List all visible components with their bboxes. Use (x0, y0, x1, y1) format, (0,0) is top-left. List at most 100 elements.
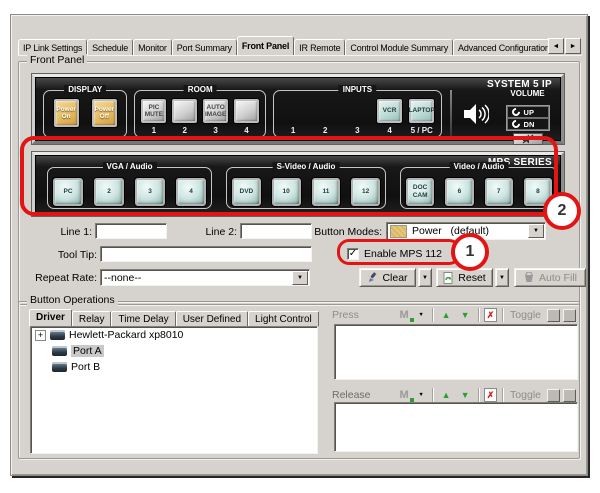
auto-fill-label: Auto Fill (539, 272, 577, 284)
expand-plus-icon[interactable]: + (35, 330, 46, 341)
delete-button[interactable]: ✗ (484, 388, 497, 402)
callout-2: 2 (543, 192, 581, 230)
clear-icon (367, 272, 378, 283)
reset-button[interactable]: Reset (436, 268, 493, 287)
room-key-2[interactable] (171, 98, 198, 124)
tab-schedule[interactable]: Schedule (87, 39, 133, 55)
video-key-doccam[interactable]: DOC CAM (405, 177, 435, 207)
video-audio-label: Video / Audio (450, 162, 509, 171)
macro-dropdown-button[interactable]: ▼ (415, 388, 427, 402)
auto-fill-icon (523, 272, 535, 283)
move-up-button[interactable]: ▲ (438, 308, 454, 323)
tab-driver[interactable]: Driver (29, 309, 72, 326)
video-key-7[interactable]: 7 (484, 177, 514, 207)
room-num-3: 3 (213, 126, 217, 135)
tab-light-control[interactable]: Light Control (248, 311, 319, 326)
chevron-down-icon: ▼ (422, 275, 428, 281)
tab-relay[interactable]: Relay (72, 311, 112, 326)
tab-front-panel[interactable]: Front Panel (237, 36, 294, 55)
room-num-1: 1 (152, 126, 156, 135)
volume-up-label: UP (524, 108, 534, 117)
tree-item-port-a[interactable]: Port A (31, 343, 317, 359)
volume-mute-button[interactable] (513, 133, 543, 145)
macro-icon[interactable]: M (396, 388, 412, 403)
svideo-key-10[interactable]: 10 (271, 177, 302, 207)
tab-time-delay[interactable]: Time Delay (111, 311, 175, 326)
power-on-key[interactable]: Power On (53, 98, 80, 128)
volume-section-label: VOLUME (510, 89, 544, 98)
volume-up-icon (510, 106, 521, 117)
release-list[interactable] (334, 402, 578, 452)
svideo-key-12[interactable]: 12 (350, 177, 381, 207)
room-key-1[interactable]: PIC MUTE (140, 98, 167, 124)
inputs-section: INPUTS 1 2 3 VCR4 LAPTOP5 / PC (273, 90, 442, 138)
button-modes-dropdown-button[interactable]: ▼ (528, 224, 544, 238)
tab-scroll-right-button[interactable]: ► (565, 38, 581, 54)
clear-dropdown-button[interactable]: ▼ (418, 268, 432, 287)
macro-icon[interactable]: M (396, 308, 412, 323)
vga-key-3[interactable]: 3 (134, 177, 166, 207)
scroll-left-icon: ◄ (553, 43, 560, 50)
enable-mps-checkbox[interactable]: ✓ (347, 248, 359, 260)
tab-port-summary[interactable]: Port Summary (172, 39, 237, 55)
volume-down-label: DN (524, 120, 535, 129)
enable-mps-row: ✓ Enable MPS 112 (347, 248, 442, 260)
volume-down-icon (510, 118, 521, 129)
press-label: Press (332, 309, 384, 321)
tab-control-module-summary[interactable]: Control Module Summary (345, 39, 453, 55)
move-down-button[interactable]: ▼ (457, 388, 473, 403)
line2-label: Line 2: (182, 226, 237, 238)
tab-ip-link-settings[interactable]: IP Link Settings (18, 39, 87, 55)
power-off-key[interactable]: Power Off (91, 98, 118, 128)
tab-user-defined[interactable]: User Defined (176, 311, 248, 326)
room-key-4[interactable] (233, 98, 260, 124)
vcr-key[interactable]: VCR (376, 98, 403, 124)
input-num-4: 4 (387, 126, 391, 135)
volume-up-button[interactable]: UP (507, 106, 549, 118)
operation-tab-strip: Driver Relay Time Delay User Defined Lig… (29, 308, 319, 326)
release-toggle-swatch-2[interactable] (563, 389, 576, 402)
release-toggle-swatch-1[interactable] (547, 389, 560, 402)
tab-advanced-configuration[interactable]: Advanced Configuration (453, 39, 549, 55)
driver-tree[interactable]: + Hewlett-Packard xp8010 Port A Port B (30, 326, 318, 454)
device-icon (52, 362, 67, 372)
auto-fill-button[interactable]: Auto Fill (514, 268, 586, 287)
vga-key-4[interactable]: 4 (175, 177, 207, 207)
repeat-rate-combo[interactable]: --none-- ▼ (100, 269, 310, 286)
clear-label: Clear (382, 272, 407, 284)
clear-button[interactable]: Clear (359, 268, 416, 287)
vga-key-pc[interactable]: PC (52, 177, 84, 207)
press-toggle-swatch-1[interactable] (547, 309, 560, 322)
press-toggle-swatch-2[interactable] (563, 309, 576, 322)
move-up-button[interactable]: ▲ (438, 388, 454, 403)
input-slot-1 (280, 98, 307, 124)
press-list[interactable] (334, 324, 578, 380)
tab-scroll-left-button[interactable]: ◄ (548, 38, 564, 54)
volume-down-button[interactable]: DN (507, 118, 549, 130)
tab-ir-remote[interactable]: IR Remote (294, 39, 345, 55)
svideo-key-11[interactable]: 11 (311, 177, 342, 207)
input-num-3: 3 (355, 126, 359, 135)
chevron-down-icon: ▼ (533, 228, 539, 234)
tab-monitor[interactable]: Monitor (133, 39, 172, 55)
panel-action-buttons: Clear ▼ Reset ▼ Auto Fill (359, 268, 586, 287)
tool-tip-input[interactable] (100, 246, 312, 262)
reset-dropdown-button[interactable]: ▼ (495, 268, 509, 287)
check-icon: ✓ (349, 249, 357, 259)
tree-item-port-b[interactable]: Port B (31, 359, 317, 375)
line1-input[interactable] (95, 223, 167, 239)
reset-icon (443, 272, 454, 284)
video-key-6[interactable]: 6 (444, 177, 474, 207)
svideo-key-dvd[interactable]: DVD (231, 177, 262, 207)
room-key-3[interactable]: AUTO IMAGE (202, 98, 229, 124)
move-down-button[interactable]: ▼ (457, 308, 473, 323)
repeat-rate-dropdown-button[interactable]: ▼ (292, 271, 308, 285)
line2-input[interactable] (240, 223, 312, 239)
delete-button[interactable]: ✗ (484, 308, 497, 322)
panel-divider (450, 90, 452, 138)
vga-key-2[interactable]: 2 (93, 177, 125, 207)
tree-item-root[interactable]: + Hewlett-Packard xp8010 (31, 327, 317, 343)
laptop-key[interactable]: LAPTOP (408, 98, 435, 124)
macro-dropdown-button[interactable]: ▼ (415, 308, 427, 322)
display-section: DISPLAY Power On Power Off (43, 90, 127, 138)
